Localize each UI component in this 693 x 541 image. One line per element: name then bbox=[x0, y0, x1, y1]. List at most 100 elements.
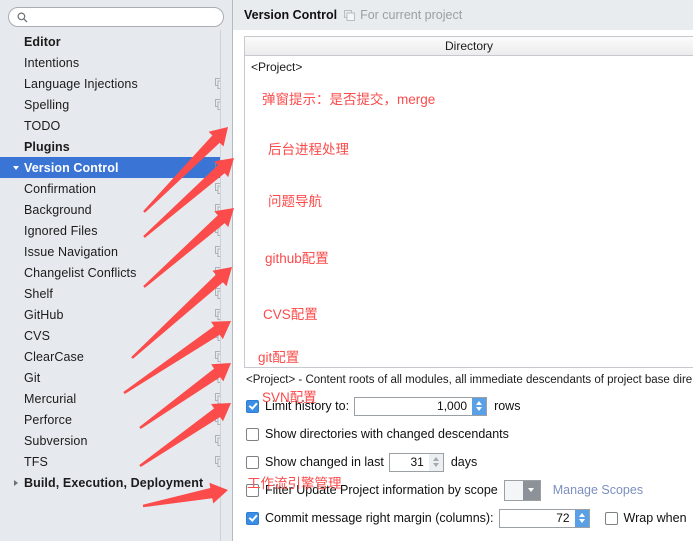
sidebar-scroll-gutter[interactable] bbox=[220, 30, 232, 541]
option-suffix: days bbox=[450, 455, 478, 469]
sidebar-item-github[interactable]: GitHub bbox=[0, 304, 232, 325]
sidebar-item-language-injections[interactable]: Language Injections bbox=[0, 73, 232, 94]
sidebar-item-editor[interactable]: Editor bbox=[0, 31, 232, 52]
sidebar-item-build-execution-deployment[interactable]: Build, Execution, Deployment bbox=[0, 472, 232, 493]
sidebar-item-cvs[interactable]: CVS bbox=[0, 325, 232, 346]
sidebar-item-label: TODO bbox=[24, 118, 61, 133]
search-icon bbox=[17, 12, 28, 23]
option-row-show-directories: Show directories with changed descendant… bbox=[246, 420, 693, 448]
sidebar-item-background[interactable]: Background bbox=[0, 199, 232, 220]
options-list: Limit history to: 1,000 rows Show directori… bbox=[246, 392, 693, 532]
spinner-show-changed-in-last[interactable]: 31 bbox=[388, 452, 444, 472]
spinner-down-icon[interactable] bbox=[476, 407, 483, 411]
checkbox-filter-update-by-scope[interactable] bbox=[246, 483, 259, 497]
spinner-buttons[interactable] bbox=[428, 453, 443, 471]
manage-scopes-link[interactable]: Manage Scopes bbox=[553, 483, 643, 497]
spinner-commit-right-margin[interactable]: 72 bbox=[498, 508, 590, 528]
spinner-limit-history[interactable]: 1,000 bbox=[354, 396, 488, 416]
spinner-value[interactable]: 1,000 bbox=[355, 397, 473, 415]
sidebar-item-label: TFS bbox=[24, 454, 48, 469]
sidebar-item-label: CVS bbox=[24, 328, 51, 343]
option-label: Commit message right margin (columns): bbox=[265, 511, 494, 525]
panel-header: Version Control For current project bbox=[233, 0, 693, 30]
sidebar-item-clearcase[interactable]: ClearCase bbox=[0, 346, 232, 367]
spinner-down-icon[interactable] bbox=[578, 519, 585, 523]
settings-tree: Editor Intentions Language Injections Spel… bbox=[0, 31, 232, 493]
spinner-down-icon[interactable] bbox=[432, 463, 439, 467]
spinner-value[interactable]: 31 bbox=[389, 453, 429, 471]
sidebar-item-tfs[interactable]: TFS bbox=[0, 451, 232, 472]
sidebar-item-label: Intentions bbox=[24, 55, 80, 70]
option-row-filter-update-by-scope: Filter Update Project information by sco… bbox=[246, 476, 693, 504]
sidebar-item-plugins[interactable]: Plugins bbox=[0, 136, 232, 157]
sidebar-item-label: Shelf bbox=[24, 286, 53, 301]
option-row-show-changed-in-last: Show changed in last 31 days bbox=[246, 448, 693, 476]
sidebar-item-label: Version Control bbox=[24, 160, 119, 175]
checkbox-commit-right-margin[interactable] bbox=[246, 511, 259, 525]
directory-description: <Project> - Content roots of all modules… bbox=[246, 374, 693, 386]
settings-main-panel: Version Control For current project Dire… bbox=[233, 0, 693, 541]
option-label: Show changed in last bbox=[265, 455, 384, 469]
sidebar-item-label: Background bbox=[24, 202, 92, 217]
table-row[interactable]: <Project> bbox=[245, 56, 693, 78]
settings-dialog: Editor Intentions Language Injections Spel… bbox=[0, 0, 693, 541]
option-label-wrap: Wrap when bbox=[623, 511, 687, 525]
sidebar-item-label: Ignored Files bbox=[24, 223, 98, 238]
sidebar-item-mercurial[interactable]: Mercurial bbox=[0, 388, 232, 409]
sidebar-item-label: Changelist Conflicts bbox=[24, 265, 137, 280]
sidebar-item-label: Perforce bbox=[24, 412, 73, 427]
spinner-buttons[interactable] bbox=[472, 397, 487, 415]
checkbox-show-directories[interactable] bbox=[246, 427, 259, 441]
option-suffix: rows bbox=[494, 399, 521, 413]
checkbox-show-changed-in-last[interactable] bbox=[246, 455, 259, 469]
chevron-down-icon[interactable] bbox=[522, 480, 540, 500]
checkbox-limit-history[interactable] bbox=[246, 399, 259, 413]
settings-sidebar: Editor Intentions Language Injections Spel… bbox=[0, 0, 233, 541]
spinner-buttons[interactable] bbox=[574, 509, 589, 527]
sidebar-item-intentions[interactable]: Intentions bbox=[0, 52, 232, 73]
sidebar-item-label: Subversion bbox=[24, 433, 88, 448]
sidebar-item-spelling[interactable]: Spelling bbox=[0, 94, 232, 115]
sidebar-item-ignored-files[interactable]: Ignored Files bbox=[0, 220, 232, 241]
scope-label: For current project bbox=[360, 8, 463, 22]
search-input[interactable] bbox=[32, 11, 215, 23]
sidebar-item-issue-navigation[interactable]: Issue Navigation bbox=[0, 241, 232, 262]
table-column-header[interactable]: Directory bbox=[245, 37, 693, 56]
sidebar-item-label: Build, Execution, Deployment bbox=[24, 475, 204, 490]
sidebar-item-changelist-conflicts[interactable]: Changelist Conflicts bbox=[0, 262, 232, 283]
page-title: Version Control bbox=[244, 8, 338, 22]
sidebar-item-label: Language Injections bbox=[24, 76, 138, 91]
sidebar-item-label: Issue Navigation bbox=[24, 244, 119, 259]
spinner-up-icon[interactable] bbox=[476, 401, 483, 405]
sidebar-item-version-control[interactable]: Version Control bbox=[0, 157, 232, 178]
option-row-limit-history: Limit history to: 1,000 rows bbox=[246, 392, 693, 420]
sidebar-item-label: Confirmation bbox=[24, 181, 97, 196]
search-box[interactable] bbox=[8, 7, 224, 27]
sidebar-item-shelf[interactable]: Shelf bbox=[0, 283, 232, 304]
option-label: Limit history to: bbox=[265, 399, 350, 413]
directory-table: Directory <Project> bbox=[244, 36, 693, 368]
sidebar-item-label: Plugins bbox=[24, 139, 70, 154]
sidebar-item-label: Git bbox=[24, 370, 41, 385]
sidebar-item-label: ClearCase bbox=[24, 349, 84, 364]
checkbox-wrap-when-typing[interactable] bbox=[604, 511, 618, 525]
option-label: Filter Update Project information by sco… bbox=[265, 483, 498, 497]
sidebar-item-label: Mercurial bbox=[24, 391, 77, 406]
scope-dropdown[interactable] bbox=[503, 479, 541, 501]
option-row-commit-right-margin: Commit message right margin (columns): 72… bbox=[246, 504, 693, 532]
spinner-value[interactable]: 72 bbox=[499, 509, 575, 527]
spinner-up-icon[interactable] bbox=[578, 513, 585, 517]
sidebar-item-label: Spelling bbox=[24, 97, 70, 112]
sidebar-item-subversion[interactable]: Subversion bbox=[0, 430, 232, 451]
chevron-down-icon[interactable] bbox=[8, 165, 24, 170]
sidebar-item-perforce[interactable]: Perforce bbox=[0, 409, 232, 430]
copy-icon bbox=[344, 9, 356, 21]
option-label: Show directories with changed descendant… bbox=[265, 427, 509, 441]
sidebar-item-todo[interactable]: TODO bbox=[0, 115, 232, 136]
dropdown-value[interactable] bbox=[504, 480, 523, 500]
sidebar-item-confirmation[interactable]: Confirmation bbox=[0, 178, 232, 199]
spinner-up-icon[interactable] bbox=[432, 457, 439, 461]
search-container bbox=[0, 0, 232, 31]
chevron-right-icon[interactable] bbox=[8, 479, 24, 486]
sidebar-item-git[interactable]: Git bbox=[0, 367, 232, 388]
